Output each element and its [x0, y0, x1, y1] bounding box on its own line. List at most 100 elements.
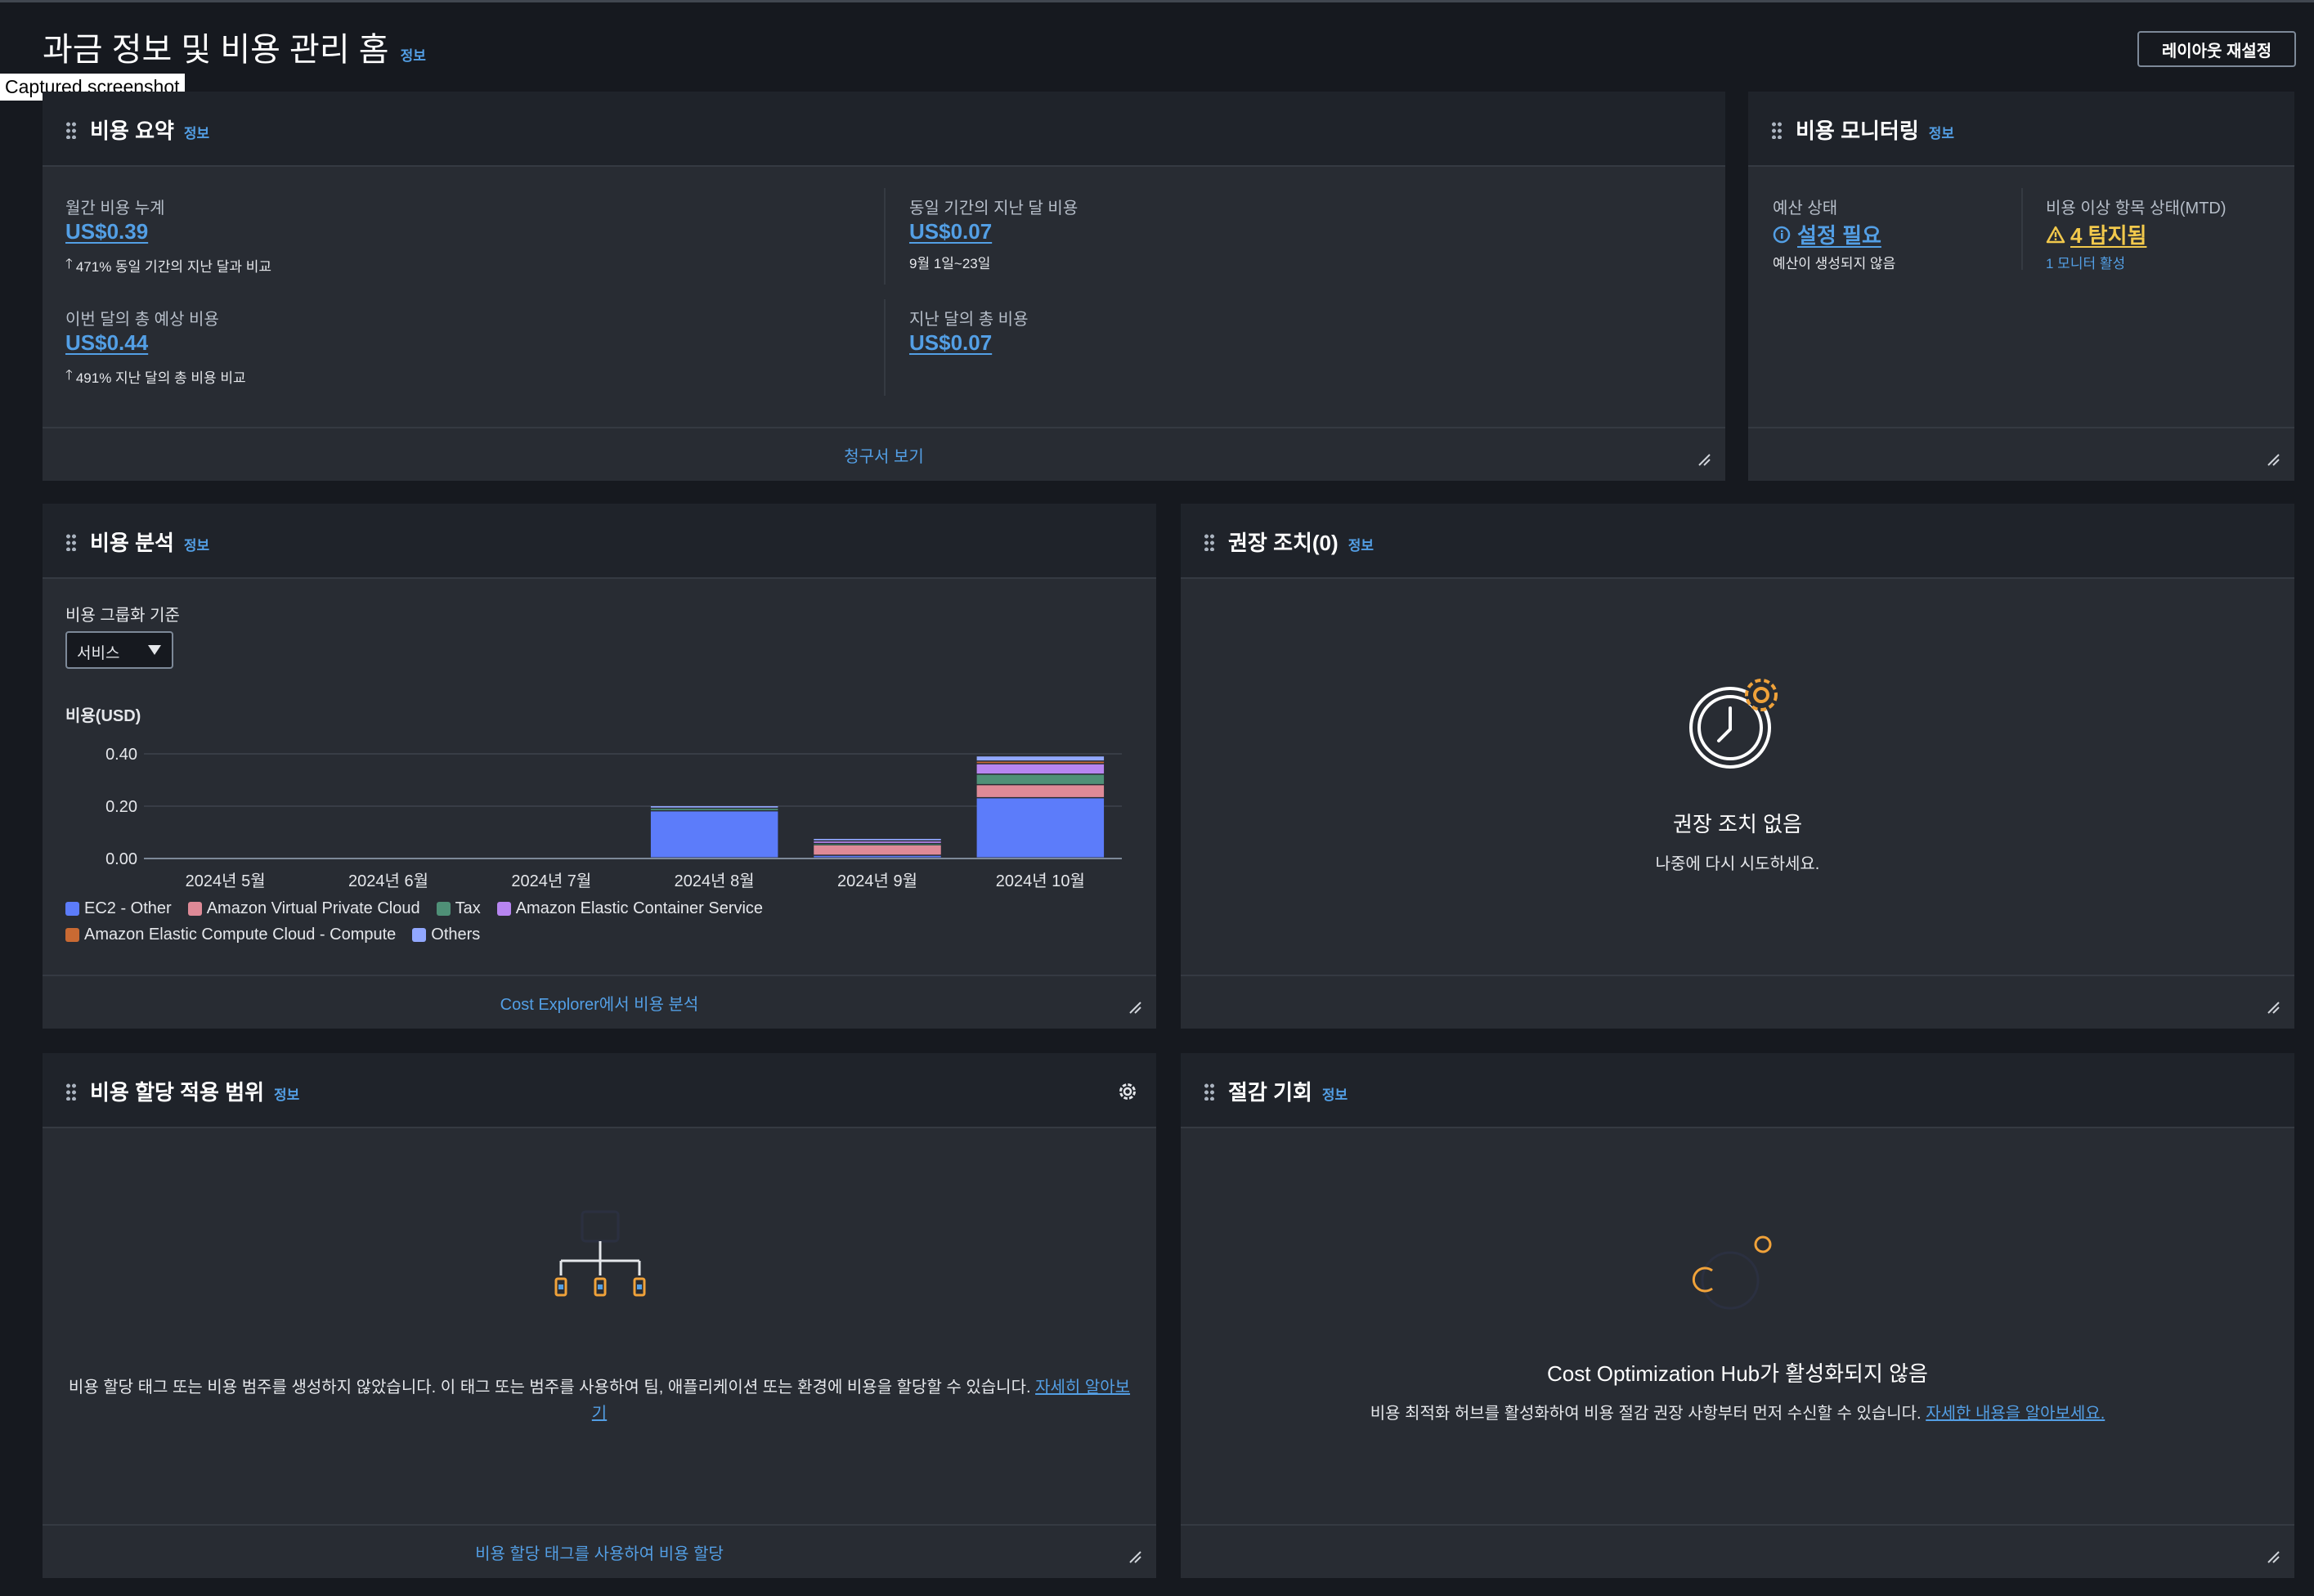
- cost-summary-card: 비용 요약 정보 월간 비용 누계 US$0.39 🡑 471% 동일 기간의 …: [43, 92, 1725, 481]
- forecast-note-text: 491% 지난 달의 총 비용 비교: [75, 370, 246, 386]
- cost-analysis-info-link[interactable]: 정보: [184, 534, 209, 554]
- legend-item[interactable]: EC2 - Other: [65, 899, 172, 918]
- legend-label: EC2 - Other: [84, 899, 172, 917]
- forecast-value[interactable]: US$0.44: [65, 330, 148, 356]
- resize-handle-icon[interactable]: [2267, 1550, 2280, 1563]
- last-same-label: 동일 기간의 지난 달 비용: [909, 200, 1079, 217]
- cost-allocation-message-text: 비용 할당 태그 또는 비용 범주를 생성하지 않았습니다. 이 태그 또는 범…: [68, 1379, 1031, 1396]
- savings-message-text: 비용 최적화 허브를 활성화하여 비용 절감 권장 사항부터 먼저 수신할 수 …: [1370, 1405, 1922, 1423]
- x-tick-label: 2024년 6월: [348, 872, 428, 890]
- arrow-up-icon: 🡑: [65, 256, 73, 271]
- cost-monitoring-title-text: 비용 모니터링: [1796, 119, 1919, 143]
- legend-item[interactable]: Amazon Virtual Private Cloud: [187, 899, 420, 918]
- x-tick-label: 2024년 9월: [837, 872, 917, 890]
- divider: [884, 299, 886, 396]
- bar-segment: [814, 845, 941, 855]
- legend-label: Amazon Elastic Container Service: [515, 899, 764, 917]
- recommendations-footer: [1181, 975, 2294, 1029]
- cost-monitoring-footer: [1748, 427, 2294, 481]
- drag-handle-icon[interactable]: [1204, 533, 1215, 551]
- chart-legend: EC2 - Other Amazon Virtual Private Cloud T…: [65, 899, 1128, 957]
- resize-handle-icon[interactable]: [1128, 1001, 1141, 1014]
- resize-handle-icon[interactable]: [2267, 453, 2280, 466]
- bar-segment: [976, 798, 1105, 858]
- x-tick-label: 2024년 7월: [511, 872, 591, 890]
- clock-gear-icon: [1689, 679, 1778, 769]
- cost-allocation-footer: 비용 할당 태그를 사용하여 비용 할당: [43, 1524, 1156, 1578]
- recommendations-empty-sub: 나중에 다시 시도하세요.: [1655, 855, 1820, 873]
- x-tick-label: 2024년 5월: [186, 872, 266, 890]
- page-title-text: 과금 정보 및 비용 관리 홈: [43, 32, 389, 68]
- cost-summary-header: 비용 요약 정보: [43, 92, 1725, 167]
- cost-monitoring-header: 비용 모니터링 정보: [1748, 92, 2294, 167]
- info-circle-icon: [1773, 226, 1791, 243]
- cost-analysis-title: 비용 분석 정보: [90, 527, 209, 557]
- top-border: [0, 0, 2314, 2]
- resize-handle-icon[interactable]: [1128, 1550, 1141, 1563]
- group-by-label: 비용 그룹화 기준: [65, 607, 180, 625]
- group-by-select[interactable]: 서비스: [65, 631, 173, 669]
- drag-handle-icon[interactable]: [65, 121, 77, 139]
- divider: [884, 188, 886, 285]
- cost-monitoring-info-link[interactable]: 정보: [1929, 122, 1954, 142]
- last-total-value[interactable]: US$0.07: [909, 330, 992, 356]
- allocation-tree-icon: [554, 1210, 646, 1297]
- cost-allocation-title-text: 비용 할당 적용 범위: [90, 1080, 265, 1105]
- bar-segment: [976, 764, 1105, 774]
- bar-segment: [814, 839, 941, 841]
- drag-handle-icon[interactable]: [1771, 121, 1783, 139]
- savings-info-link[interactable]: 정보: [1322, 1083, 1348, 1104]
- y-axis-label: 비용(USD): [65, 706, 141, 725]
- recommendations-info-link[interactable]: 정보: [1348, 534, 1374, 554]
- bar-segment: [976, 774, 1105, 784]
- anomaly-value[interactable]: 4 탐지됨: [2070, 219, 2146, 249]
- drag-handle-icon[interactable]: [65, 533, 77, 551]
- cost-explorer-link[interactable]: Cost Explorer에서 비용 분석: [43, 991, 1156, 1015]
- resize-handle-icon[interactable]: [2267, 1001, 2280, 1014]
- learn-more-link[interactable]: 자세히 알아보: [1035, 1379, 1130, 1396]
- last-same-value[interactable]: US$0.07: [909, 219, 992, 244]
- cost-allocation-title: 비용 할당 적용 범위 정보: [90, 1076, 299, 1106]
- anomaly-note[interactable]: 1 모니터 활성: [2046, 252, 2125, 272]
- legend-label: Others: [431, 926, 481, 944]
- recommendations-title-text: 권장 조치(0): [1228, 531, 1339, 555]
- savings-learn-more-link[interactable]: 자세한 내용을 알아보세요.: [1926, 1405, 2105, 1423]
- bar-segment: [976, 785, 1105, 797]
- budget-label: 예산 상태: [1773, 200, 1838, 217]
- forecast-label: 이번 달의 총 예상 비용: [65, 311, 219, 329]
- legend-item[interactable]: Tax: [436, 899, 481, 918]
- bar-segment: [814, 855, 941, 858]
- cost-summary-footer: 청구서 보기: [43, 427, 1725, 481]
- caret-down-icon: [148, 645, 161, 655]
- bar-segment: [814, 844, 941, 845]
- legend-item[interactable]: Amazon Elastic Compute Cloud - Compute: [65, 926, 396, 944]
- reset-layout-button[interactable]: 레이아웃 재설정: [2137, 31, 2296, 67]
- cost-allocation-info-link[interactable]: 정보: [274, 1083, 299, 1104]
- learn-more-link-cont[interactable]: 기: [43, 1400, 1156, 1423]
- cost-summary-title: 비용 요약 정보: [90, 114, 209, 145]
- x-tick-label: 2024년 10월: [996, 872, 1085, 890]
- drag-handle-icon[interactable]: [1204, 1083, 1215, 1101]
- mtd-value[interactable]: US$0.39: [65, 219, 148, 244]
- drag-handle-icon[interactable]: [65, 1083, 77, 1101]
- savings-header: 절감 기회 정보: [1181, 1053, 2294, 1128]
- page-title: 과금 정보 및 비용 관리 홈 정보: [43, 23, 426, 70]
- recommendations-title: 권장 조치(0) 정보: [1228, 527, 1374, 557]
- anomaly-status: 4 탐지됨: [2046, 219, 2146, 249]
- savings-message: 비용 최적화 허브를 활성화하여 비용 절감 권장 사항부터 먼저 수신할 수 …: [1181, 1400, 2294, 1423]
- view-bills-link[interactable]: 청구서 보기: [43, 443, 1725, 467]
- resize-handle-icon[interactable]: [1697, 453, 1711, 466]
- savings-title-text: 절감 기회: [1228, 1080, 1312, 1105]
- legend-item[interactable]: Others: [412, 926, 480, 944]
- savings-empty-title: Cost Optimization Hub가 활성화되지 않음: [1547, 1361, 1928, 1386]
- allocate-tags-link[interactable]: 비용 할당 태그를 사용하여 비용 할당: [43, 1540, 1156, 1564]
- cost-allocation-message: 비용 할당 태그 또는 비용 범주를 생성하지 않았습니다. 이 태그 또는 범…: [43, 1374, 1156, 1397]
- cost-summary-info-link[interactable]: 정보: [184, 122, 209, 142]
- settings-gear-icon[interactable]: [1117, 1081, 1138, 1102]
- mtd-note-text: 471% 동일 기간의 지난 달과 비교: [75, 259, 271, 275]
- legend-item[interactable]: Amazon Elastic Container Service: [496, 899, 764, 918]
- page-info-link[interactable]: 정보: [401, 44, 426, 65]
- cost-analysis-footer: Cost Explorer에서 비용 분석: [43, 975, 1156, 1029]
- budget-value[interactable]: 설정 필요: [1797, 219, 1881, 249]
- y-tick-label: 0.00: [105, 850, 137, 868]
